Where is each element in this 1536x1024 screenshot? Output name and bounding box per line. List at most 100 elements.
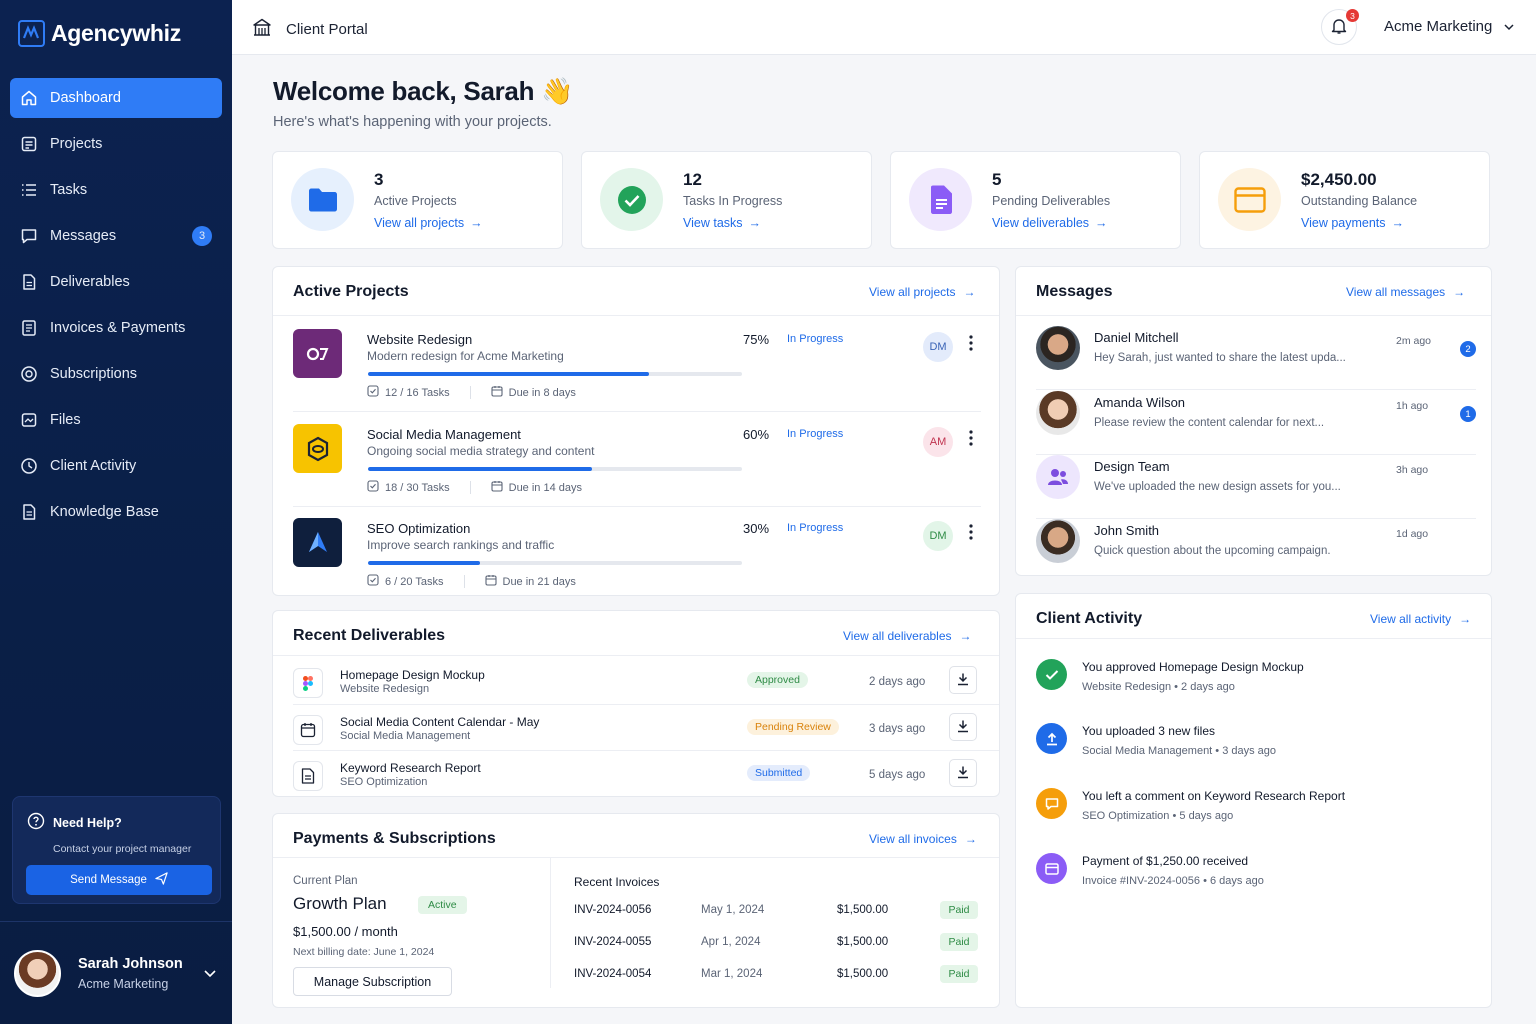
view-all-projects-link[interactable]: View all projects → xyxy=(869,285,975,299)
project-percent: 75% xyxy=(743,332,770,347)
help-subtitle: Contact your project manager xyxy=(53,843,192,855)
message-row[interactable]: Amanda Wilson Please review the content … xyxy=(1036,391,1476,455)
activity-text: Payment of $1,250.00 received xyxy=(1082,854,1249,868)
arrow-right-icon: → xyxy=(964,832,977,846)
manage-subscription-button[interactable]: Manage Subscription xyxy=(293,967,452,996)
sidebar-item-label: Invoices & Payments xyxy=(50,320,186,336)
brand-logo[interactable]: Agencywhiz xyxy=(18,20,181,47)
sidebar-item-subscriptions[interactable]: Subscriptions xyxy=(10,354,222,394)
invoice-status-badge: Paid xyxy=(940,933,978,951)
deliverable-row[interactable]: Keyword Research Report SEO Optimization… xyxy=(293,756,981,802)
arrow-right-icon: → xyxy=(959,629,972,643)
plan-name: Growth Plan xyxy=(293,894,387,913)
more-options-icon[interactable] xyxy=(969,430,973,449)
sidebar-item-invoices[interactable]: Invoices & Payments xyxy=(10,308,222,348)
invoice-row[interactable]: INV-2024-0055 Apr 1, 2024 $1,500.00 Paid xyxy=(574,933,978,953)
avatar xyxy=(1036,519,1080,563)
send-message-button[interactable]: Send Message xyxy=(26,865,212,895)
message-row[interactable]: John Smith Quick question about the upco… xyxy=(1036,519,1476,583)
arrow-right-icon: → xyxy=(748,216,762,230)
deliverable-name: Keyword Research Report xyxy=(340,761,481,775)
sidebar-item-label: Tasks xyxy=(50,182,88,198)
project-meta: 12 / 16 Tasks Due in 8 days xyxy=(367,385,576,400)
invoice-amount: $1,500.00 xyxy=(837,968,889,980)
view-tasks-link[interactable]: View tasks → xyxy=(683,216,761,230)
download-button[interactable] xyxy=(949,759,977,787)
progress-bar xyxy=(368,467,742,471)
download-button[interactable] xyxy=(949,713,977,741)
stat-card-active-projects: 3 Active Projects View all projects → xyxy=(272,151,563,249)
activity-item: You approved Homepage Design Mockup Webs… xyxy=(1036,657,1476,701)
activity-meta: Invoice #INV-2024-0056 • 6 days ago xyxy=(1082,875,1264,887)
view-deliverables-link[interactable]: View deliverables → xyxy=(992,216,1108,230)
notifications-button[interactable]: 3 xyxy=(1321,9,1359,45)
bell-icon xyxy=(1330,17,1348,38)
message-row[interactable]: Design Team We've uploaded the new desig… xyxy=(1036,455,1476,519)
sidebar-nav: Dashboard Projects Tasks Messages 3 Deli… xyxy=(10,78,222,538)
status-badge: Pending Review xyxy=(747,719,839,735)
view-all-activity-link[interactable]: View all activity → xyxy=(1370,612,1471,626)
view-all-invoices-link[interactable]: View all invoices → xyxy=(869,832,977,846)
project-logo-icon xyxy=(293,424,342,473)
message-row[interactable]: Daniel Mitchell Hey Sarah, just wanted t… xyxy=(1036,326,1476,390)
upload-icon xyxy=(1036,723,1067,754)
sidebar-item-projects[interactable]: Projects xyxy=(10,124,222,164)
topbar-title-group: Client Portal xyxy=(252,18,368,40)
divider xyxy=(273,655,999,656)
deliverable-name: Homepage Design Mockup xyxy=(340,668,485,682)
check-circle-icon xyxy=(600,168,663,231)
message-time: 2m ago xyxy=(1396,335,1432,347)
help-icon xyxy=(27,812,45,833)
recent-deliverables-card: Recent Deliverables View all deliverable… xyxy=(272,610,1000,797)
sidebar-item-files[interactable]: Files xyxy=(10,400,222,440)
view-all-messages-link[interactable]: View all messages → xyxy=(1346,285,1465,299)
deliverable-time: 5 days ago xyxy=(869,769,926,781)
message-time: 1d ago xyxy=(1396,528,1429,540)
sidebar-item-deliverables[interactable]: Deliverables xyxy=(10,262,222,302)
download-button[interactable] xyxy=(949,666,977,694)
sidebar: Agencywhiz Dashboard Projects Tasks Mess… xyxy=(0,0,232,1024)
invoice-row[interactable]: INV-2024-0056 May 1, 2024 $1,500.00 Paid xyxy=(574,901,978,921)
user-profile[interactable]: Sarah Johnson Acme Marketing xyxy=(0,921,232,1024)
invoice-status-badge: Paid xyxy=(940,901,978,919)
avatar xyxy=(1036,326,1080,370)
sidebar-item-messages[interactable]: Messages 3 xyxy=(10,216,222,256)
sidebar-item-client-activity[interactable]: Client Activity xyxy=(10,446,222,486)
sidebar-item-label: Deliverables xyxy=(50,274,130,290)
more-options-icon[interactable] xyxy=(969,335,973,354)
plan-label: Current Plan xyxy=(293,875,358,887)
sidebar-item-dashboard[interactable]: Dashboard xyxy=(10,78,222,118)
arrow-right-icon: → xyxy=(1453,285,1466,299)
project-row[interactable]: Website Redesign Modern redesign for Acm… xyxy=(293,329,981,423)
view-all-projects-link[interactable]: View all projects → xyxy=(374,216,483,230)
messages-card: Messages View all messages → Daniel Mitch… xyxy=(1015,266,1492,576)
arrow-right-icon: → xyxy=(470,216,483,230)
message-sender: Amanda Wilson xyxy=(1094,395,1186,410)
stat-card-balance: $2,450.00 Outstanding Balance View payme… xyxy=(1199,151,1490,249)
more-options-icon[interactable] xyxy=(969,524,973,543)
view-all-deliverables-link[interactable]: View all deliverables → xyxy=(843,629,972,643)
chevron-down-icon[interactable] xyxy=(204,966,216,981)
sidebar-item-tasks[interactable]: Tasks xyxy=(10,170,222,210)
project-row[interactable]: SEO Optimization Improve search rankings… xyxy=(293,518,981,612)
arrow-right-icon: → xyxy=(963,285,976,299)
project-row[interactable]: Social Media Management Ongoing social m… xyxy=(293,424,981,518)
divider xyxy=(273,857,999,858)
invoice-row[interactable]: INV-2024-0054 Mar 1, 2024 $1,500.00 Paid xyxy=(574,965,978,985)
section-title: Payments & Subscriptions xyxy=(293,830,496,847)
deliverable-row[interactable]: Homepage Design Mockup Website Redesign … xyxy=(293,663,981,709)
brand-name: Agencywhiz xyxy=(51,20,181,46)
project-name: Social Media Management xyxy=(367,427,521,442)
view-payments-link[interactable]: View payments → xyxy=(1301,216,1404,230)
message-sender: John Smith xyxy=(1094,523,1160,538)
sidebar-item-knowledge-base[interactable]: Knowledge Base xyxy=(10,492,222,532)
owner-avatar: DM xyxy=(923,521,953,551)
project-status: In Progress xyxy=(787,428,844,440)
owner-avatar: AM xyxy=(923,427,953,457)
message-time: 1h ago xyxy=(1396,400,1429,412)
organization-selector[interactable]: Acme Marketing xyxy=(1384,18,1514,35)
invoices-title: Recent Invoices xyxy=(574,875,660,889)
section-title: Recent Deliverables xyxy=(293,627,446,644)
wallet-icon xyxy=(1218,168,1281,231)
unread-badge: 2 xyxy=(1460,341,1476,357)
